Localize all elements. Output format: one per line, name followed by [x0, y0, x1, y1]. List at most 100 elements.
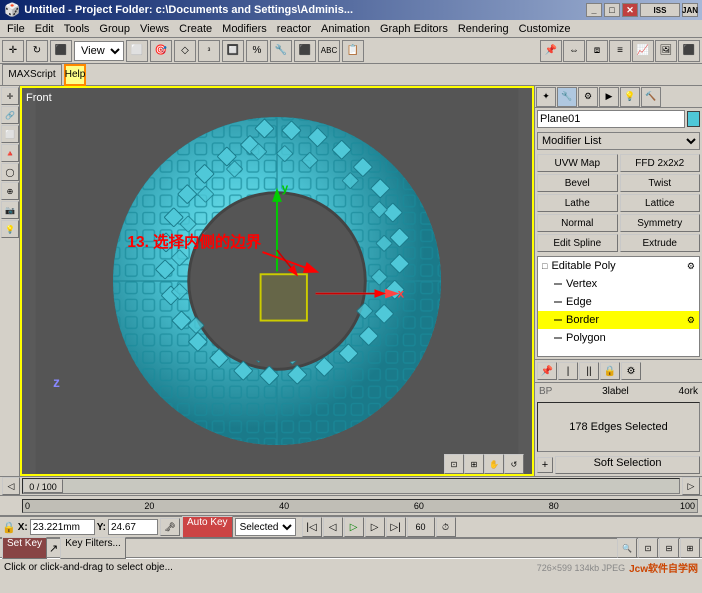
soft-selection-expand-btn[interactable]: +: [537, 457, 553, 473]
next-frame-btn[interactable]: ▷: [365, 517, 385, 537]
modify-icon[interactable]: 🔧: [557, 87, 577, 107]
object-name-input[interactable]: [537, 110, 685, 128]
layer-btn[interactable]: ≡: [609, 40, 631, 62]
modifier-list-select[interactable]: Modifier List: [537, 132, 700, 150]
viewport[interactable]: Front: [20, 86, 534, 476]
lt-btn1[interactable]: ✛: [1, 87, 19, 105]
tb-btn10[interactable]: 📋: [342, 40, 364, 62]
tb-btn3[interactable]: ◇: [174, 40, 196, 62]
lt-btn6[interactable]: ⊕: [1, 182, 19, 200]
create-icon[interactable]: ✦: [536, 87, 556, 107]
tb-btn4[interactable]: ³: [198, 40, 220, 62]
frame-input[interactable]: 60: [407, 517, 435, 537]
set-key-btn[interactable]: Set Key: [2, 537, 47, 559]
configure-btn[interactable]: ⚙: [621, 362, 641, 380]
lt-btn2[interactable]: 🔗: [1, 106, 19, 124]
key-filters-btn[interactable]: Key Filters...: [60, 537, 126, 559]
tb-btn1[interactable]: ⬜: [126, 40, 148, 62]
modifier-stack[interactable]: □ Editable Poly ⚙ Vertex Edge Border ⚙ P…: [537, 256, 700, 357]
select-tool-btn[interactable]: ✛: [2, 40, 24, 62]
extrude-btn[interactable]: Extrude: [620, 234, 701, 252]
stack-polygon[interactable]: Polygon: [538, 329, 699, 347]
tb-btn8[interactable]: ⬛: [294, 40, 316, 62]
display-icon[interactable]: 💡: [620, 87, 640, 107]
menu-modifiers[interactable]: Modifiers: [217, 22, 272, 36]
twist-btn[interactable]: Twist: [620, 174, 701, 192]
menu-grapheditors[interactable]: Graph Editors: [375, 22, 453, 36]
lattice-btn[interactable]: Lattice: [620, 194, 701, 212]
stack-border[interactable]: Border ⚙: [538, 311, 699, 329]
timeline-slider[interactable]: 0 / 100: [22, 478, 680, 494]
menu-group[interactable]: Group: [94, 22, 135, 36]
menu-customize[interactable]: Customize: [514, 22, 576, 36]
menu-reactor[interactable]: reactor: [272, 22, 316, 36]
key-icon[interactable]: 🗝: [160, 518, 180, 536]
pin-stack-btn[interactable]: 📌: [537, 362, 557, 380]
goto-start-btn[interactable]: |◁: [302, 517, 322, 537]
stack-editable-poly[interactable]: □ Editable Poly ⚙: [538, 257, 699, 275]
help-btn[interactable]: Help: [64, 64, 86, 86]
menu-edit[interactable]: Edit: [30, 22, 59, 36]
mirror-btn[interactable]: ⇔: [563, 40, 585, 62]
uvw-map-btn[interactable]: UVW Map: [537, 154, 618, 172]
render-btn[interactable]: 🖼: [655, 40, 677, 62]
bevel-btn[interactable]: Bevel: [537, 174, 618, 192]
key-selector[interactable]: Selected: [235, 518, 296, 536]
soft-selection-btn[interactable]: Soft Selection: [555, 456, 700, 474]
arc-rotate-btn[interactable]: ↺: [504, 454, 524, 474]
menu-tools[interactable]: Tools: [59, 22, 95, 36]
tb-btn9[interactable]: ABC: [318, 40, 340, 62]
zoom-extents-btn[interactable]: ⊡: [444, 454, 464, 474]
make-unique-btn[interactable]: ||: [579, 362, 599, 380]
stack-edge[interactable]: Edge: [538, 293, 699, 311]
symmetry-btn[interactable]: Symmetry: [620, 214, 701, 232]
close-button[interactable]: ✕: [622, 3, 638, 17]
remove-modifier-btn[interactable]: 🔒: [600, 362, 620, 380]
time-config-btn[interactable]: ⏱: [436, 517, 456, 537]
extra-btn1[interactable]: ISS: [640, 3, 680, 17]
normal-btn[interactable]: Normal: [537, 214, 618, 232]
vp-all-btn[interactable]: ⊡: [638, 538, 658, 558]
tb-btn5[interactable]: 🔲: [222, 40, 244, 62]
stack-vertex[interactable]: Vertex: [538, 275, 699, 293]
lt-btn5[interactable]: ◯: [1, 163, 19, 181]
vp-max-btn[interactable]: ⊞: [680, 538, 700, 558]
utilities-icon[interactable]: 🔨: [641, 87, 661, 107]
timeline-right-arrow[interactable]: ▷: [682, 477, 700, 495]
lt-btn4[interactable]: 🔺: [1, 144, 19, 162]
prev-frame-btn[interactable]: ◁: [323, 517, 343, 537]
auto-key-btn[interactable]: Auto Key: [182, 516, 233, 538]
vp-min-btn[interactable]: ⊟: [659, 538, 679, 558]
extra-btn2[interactable]: JAN: [682, 3, 698, 17]
edit-spline-btn[interactable]: Edit Spline: [537, 234, 618, 252]
minimize-button[interactable]: _: [586, 3, 602, 17]
align-btn[interactable]: ⧈: [586, 40, 608, 62]
maxscript-btn[interactable]: MAXScript: [2, 64, 62, 86]
y-input[interactable]: [108, 519, 158, 535]
object-color-swatch[interactable]: [687, 111, 700, 127]
maximize-button[interactable]: □: [604, 3, 620, 17]
play-btn[interactable]: ▷: [344, 517, 364, 537]
menu-views[interactable]: Views: [135, 22, 174, 36]
hierarchy-icon[interactable]: ⚙: [578, 87, 598, 107]
lathe-btn[interactable]: Lathe: [537, 194, 618, 212]
vp-zoom-btn[interactable]: 🔍: [617, 538, 637, 558]
motion-icon[interactable]: ▶: [599, 87, 619, 107]
pan-btn[interactable]: ✋: [484, 454, 504, 474]
show-result-btn[interactable]: |: [558, 362, 578, 380]
goto-end-btn[interactable]: ▷|: [386, 517, 406, 537]
tb-btn2[interactable]: 🎯: [150, 40, 172, 62]
named-sel-btn[interactable]: 📌: [540, 40, 562, 62]
tb-btn6[interactable]: %: [246, 40, 268, 62]
tb-btn7[interactable]: 🔧: [270, 40, 292, 62]
curve-editor-btn[interactable]: 📈: [632, 40, 654, 62]
zoom-region-btn[interactable]: ⊞: [464, 454, 484, 474]
lt-btn3[interactable]: ⬜: [1, 125, 19, 143]
lt-btn7[interactable]: 📷: [1, 201, 19, 219]
undo-btn[interactable]: ⬛: [50, 40, 72, 62]
render2-btn[interactable]: ⬛: [678, 40, 700, 62]
rotate-btn[interactable]: ↻: [26, 40, 48, 62]
menu-animation[interactable]: Animation: [316, 22, 375, 36]
view-select[interactable]: View: [74, 41, 124, 61]
menu-file[interactable]: File: [2, 22, 30, 36]
